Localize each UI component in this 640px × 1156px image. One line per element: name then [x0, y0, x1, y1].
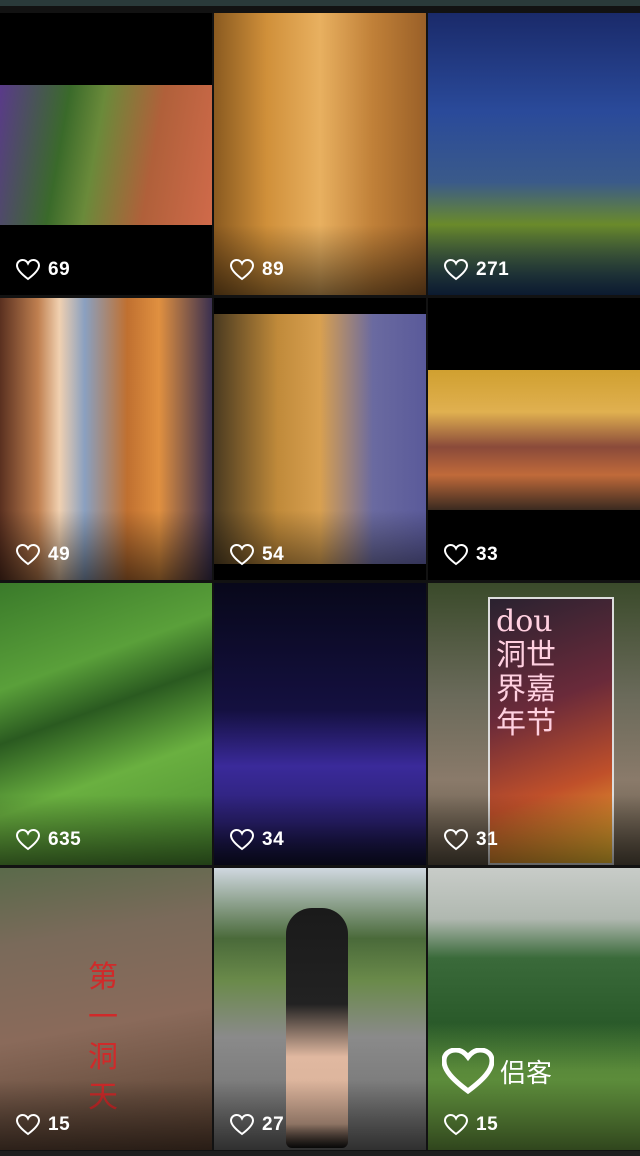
video-tile[interactable]: 69 — [0, 13, 212, 295]
like-count: 89 — [230, 259, 284, 281]
heart-icon — [230, 544, 254, 566]
like-count: 33 — [444, 544, 498, 566]
heart-icon — [16, 829, 40, 851]
watermark-heart-icon — [442, 1048, 494, 1094]
bottom-edge — [0, 1151, 640, 1156]
like-count: 54 — [230, 544, 284, 566]
video-tile[interactable]: 54 — [214, 298, 426, 580]
video-tile[interactable]: 271 — [428, 13, 640, 295]
heart-icon — [444, 259, 468, 281]
video-tile[interactable]: 15 侣客 — [428, 868, 640, 1150]
like-count: 69 — [16, 259, 70, 281]
like-count: 15 — [16, 1114, 70, 1136]
heart-icon — [230, 259, 254, 281]
heart-icon — [230, 829, 254, 851]
like-count: 271 — [444, 259, 509, 281]
video-tile[interactable]: 89 — [214, 13, 426, 295]
video-tile[interactable]: 27 — [214, 868, 426, 1150]
video-tile[interactable]: dou洞世界嘉年节 31 — [428, 583, 640, 865]
thumbnail-cave-colorful — [0, 85, 212, 225]
watermark: 侣客 — [442, 1048, 552, 1094]
like-count: 34 — [230, 829, 284, 851]
video-tile[interactable]: 34 — [214, 583, 426, 865]
heart-icon — [444, 544, 468, 566]
heart-icon — [16, 1114, 40, 1136]
video-tile[interactable]: 第一洞天 15 — [0, 868, 212, 1150]
heart-icon — [16, 544, 40, 566]
video-tile[interactable]: 33 — [428, 298, 640, 580]
like-count: 15 — [444, 1114, 498, 1136]
heart-icon — [16, 259, 40, 281]
thumbnail-cave-arch — [428, 370, 640, 510]
like-count: 27 — [230, 1114, 284, 1136]
banner-text: dou洞世界嘉年节 — [496, 604, 556, 741]
like-count: 49 — [16, 544, 70, 566]
watermark-text: 侣客 — [500, 1058, 553, 1089]
video-tile[interactable]: 635 — [0, 583, 212, 865]
video-grid: 69 89 271 49 54 33 635 34 dou洞世界嘉年节 31 第… — [0, 0, 640, 1156]
like-count: 31 — [444, 829, 498, 851]
video-tile[interactable]: 49 — [0, 298, 212, 580]
heart-icon — [444, 1114, 468, 1136]
heart-icon — [230, 1114, 254, 1136]
like-count: 635 — [16, 829, 81, 851]
heart-icon — [444, 829, 468, 851]
